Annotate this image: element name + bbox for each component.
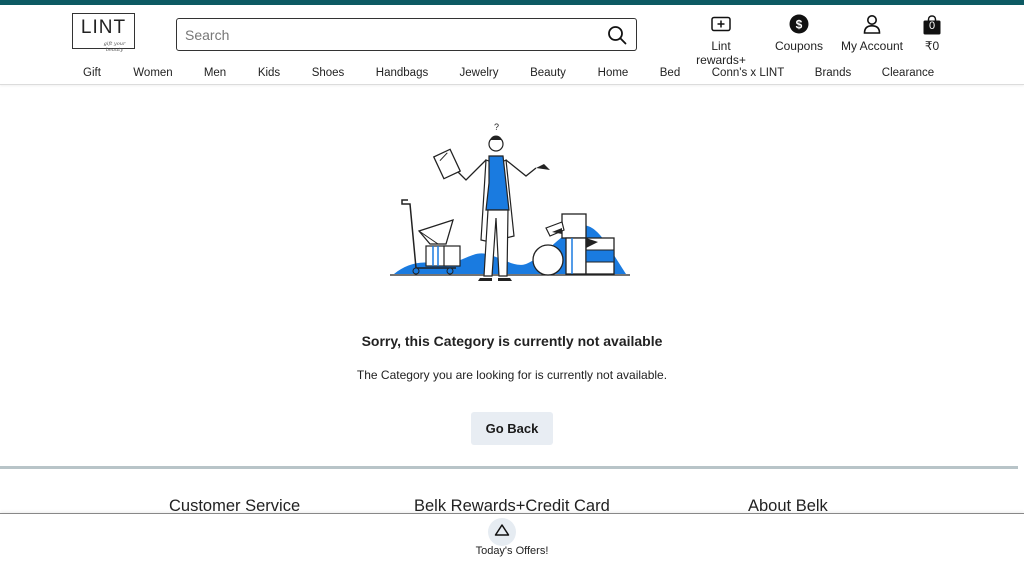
logo-tagline: gift your beauty <box>103 41 126 53</box>
offers-bar: Today's Offers! <box>0 513 1024 561</box>
nav-item-gift[interactable]: Gift <box>83 67 101 79</box>
site-logo[interactable]: LINT gift your beauty <box>72 13 135 53</box>
cart-total: ₹0 <box>924 39 940 53</box>
chevron-up-icon <box>494 523 510 542</box>
dollar-coin-icon: $ <box>789 14 809 37</box>
account-label: My Account <box>840 39 904 53</box>
nav-item-men[interactable]: Men <box>204 67 226 79</box>
logo-text: LINT <box>80 17 127 38</box>
error-subtitle: The Category you are looking for is curr… <box>356 368 668 382</box>
nav-item-jewelry[interactable]: Jewelry <box>460 67 499 79</box>
category-nav: Gift Women Men Kids Shoes Handbags Jewel… <box>0 63 1024 83</box>
nav-item-home[interactable]: Home <box>598 67 629 79</box>
coupons-link[interactable]: $ Coupons <box>773 14 825 53</box>
rewards-link[interactable]: Lint rewards+ <box>686 15 756 67</box>
user-icon <box>863 14 881 37</box>
nav-item-shoes[interactable]: Shoes <box>312 67 345 79</box>
search-bar <box>176 18 637 51</box>
nav-item-bed[interactable]: Bed <box>660 67 680 79</box>
nav-item-women[interactable]: Women <box>133 67 172 79</box>
svg-text:$: $ <box>796 17 803 31</box>
footer-divider <box>0 466 1018 469</box>
go-back-button[interactable]: Go Back <box>471 412 553 445</box>
nav-item-clearance[interactable]: Clearance <box>882 67 934 79</box>
rewards-card-icon <box>711 16 731 35</box>
coupons-label: Coupons <box>774 39 824 53</box>
nav-item-brands[interactable]: Brands <box>815 67 851 79</box>
question-mark: ? <box>494 122 499 132</box>
error-title: Sorry, this Category is currently not av… <box>361 333 663 349</box>
nav-item-kids[interactable]: Kids <box>258 67 280 79</box>
account-link[interactable]: My Account <box>840 14 904 53</box>
site-header: LINT gift your beauty Lint rewards+ $ Co… <box>0 5 1024 85</box>
cart-link[interactable]: 0 ₹0 <box>918 15 946 53</box>
search-input[interactable] <box>177 19 602 50</box>
offers-toggle-button[interactable] <box>488 518 516 546</box>
search-icon[interactable] <box>602 20 632 50</box>
offers-label[interactable]: Today's Offers! <box>0 545 1024 557</box>
not-available-illustration: ? <box>386 118 636 286</box>
nav-item-conns[interactable]: Conn's x LINT <box>712 67 785 79</box>
cart-count: 0 <box>928 20 936 32</box>
nav-item-beauty[interactable]: Beauty <box>530 67 566 79</box>
shopping-bag-icon: 0 <box>923 15 941 35</box>
nav-item-handbags[interactable]: Handbags <box>376 67 428 79</box>
